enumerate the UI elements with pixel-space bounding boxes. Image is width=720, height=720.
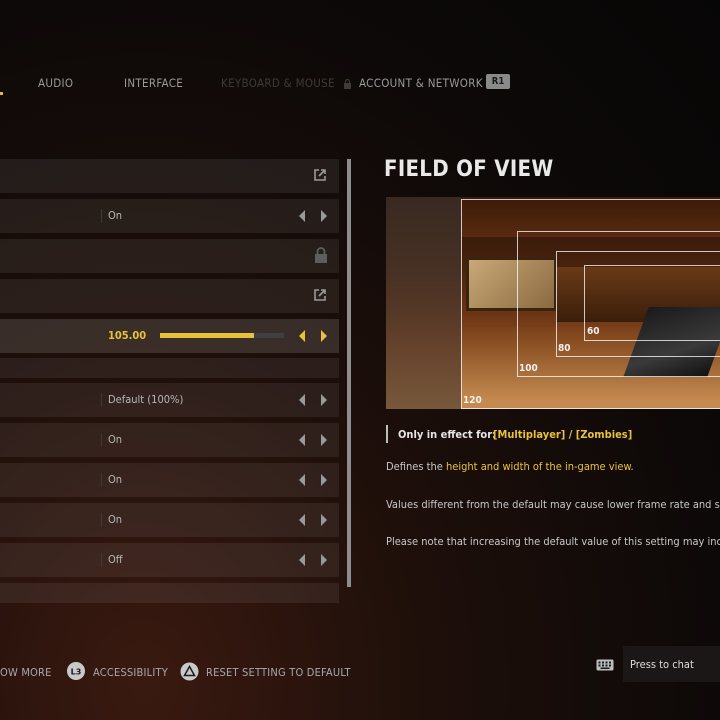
tab-account-network[interactable]: ACCOUNT & NETWORK (359, 76, 483, 90)
setting-value: On (108, 513, 123, 526)
only-in-effect-value: [Multiplayer] / [Zombies] (493, 428, 633, 441)
only-in-effect-label: Only in effect for: (398, 428, 497, 441)
fov-label-120: 120 (463, 395, 482, 406)
setting-value: Default (100%) (108, 393, 184, 406)
settings-row-3 (0, 239, 339, 273)
tab-keyboard-mouse[interactable]: KEYBOARD & MOUSE (221, 76, 352, 90)
fov-label-80: 80 (558, 343, 571, 354)
description-highlight: height and width of the in-game view (446, 460, 631, 473)
divider (101, 553, 102, 567)
fov-slider-fill (160, 333, 255, 338)
note-divider (386, 425, 388, 443)
settings-row-12 (0, 583, 339, 603)
tab-keyboard-mouse-label: KEYBOARD & MOUSE (221, 76, 335, 90)
description-line-3: Please note that increasing the default … (386, 535, 720, 548)
setting-value: On (108, 473, 123, 486)
active-tab-indicator (0, 92, 3, 95)
fov-box-60 (584, 265, 720, 341)
settings-row-1[interactable] (0, 159, 339, 193)
divider (101, 433, 102, 447)
setting-value: On (108, 209, 123, 222)
external-link-icon (314, 169, 326, 181)
settings-row-field-of-view[interactable]: 105.00 (0, 319, 339, 353)
fov-slider[interactable] (160, 333, 284, 338)
l3-button-icon: L3 (67, 662, 85, 680)
settings-row-2[interactable]: On (0, 199, 339, 233)
keyboard-icon (596, 659, 614, 671)
fov-label-100: 100 (519, 363, 538, 374)
fov-preview-image: 120 100 80 60 (386, 197, 720, 409)
accessibility-hint[interactable]: ACCESSIBILITY (93, 666, 168, 679)
left-right-arrows-icon[interactable] (298, 208, 328, 224)
settings-row-8[interactable]: On (0, 423, 339, 457)
description-prefix: Defines the (386, 460, 446, 473)
scrollbar[interactable] (347, 159, 351, 587)
settings-row-11[interactable]: Off (0, 543, 339, 577)
tab-interface[interactable]: INTERFACE (124, 76, 183, 90)
divider (101, 513, 102, 527)
fov-label-60: 60 (587, 326, 600, 337)
setting-value: Off (108, 553, 123, 566)
press-to-chat-label[interactable]: Press to chat (630, 658, 694, 671)
triangle-button-icon (180, 662, 199, 681)
r1-button-icon[interactable]: R1 (486, 74, 510, 89)
description-suffix: . (630, 460, 634, 473)
tab-audio[interactable]: AUDIO (38, 76, 73, 90)
lock-icon (343, 78, 351, 89)
description-line-1: Defines the height and width of the in-g… (386, 460, 634, 473)
preview-outside-area (386, 197, 461, 409)
detail-title: FIELD OF VIEW (384, 157, 554, 182)
show-more-hint[interactable]: OW MORE (0, 666, 52, 679)
setting-value: On (108, 433, 123, 446)
l3-button-text: L3 (71, 668, 82, 677)
settings-row-10[interactable]: On (0, 503, 339, 537)
left-right-arrows-icon[interactable] (298, 552, 328, 568)
reset-setting-hint[interactable]: RESET SETTING TO DEFAULT (206, 666, 351, 679)
divider (101, 393, 102, 407)
lock-icon (315, 247, 327, 263)
left-right-arrows-icon[interactable] (298, 432, 328, 448)
settings-row-6 (0, 358, 339, 378)
divider (101, 473, 102, 487)
external-link-icon (314, 289, 326, 301)
description-line-2: Values different from the default may ca… (386, 498, 720, 511)
left-right-arrows-icon[interactable] (298, 512, 328, 528)
fov-slider-value: 105.00 (108, 329, 147, 342)
settings-row-9[interactable]: On (0, 463, 339, 497)
left-right-arrows-icon[interactable] (298, 392, 328, 408)
left-right-arrows-icon[interactable] (298, 328, 328, 344)
left-right-arrows-icon[interactable] (298, 472, 328, 488)
settings-row-4[interactable] (0, 279, 339, 313)
divider (101, 209, 102, 223)
settings-row-7[interactable]: Default (100%) (0, 383, 339, 417)
